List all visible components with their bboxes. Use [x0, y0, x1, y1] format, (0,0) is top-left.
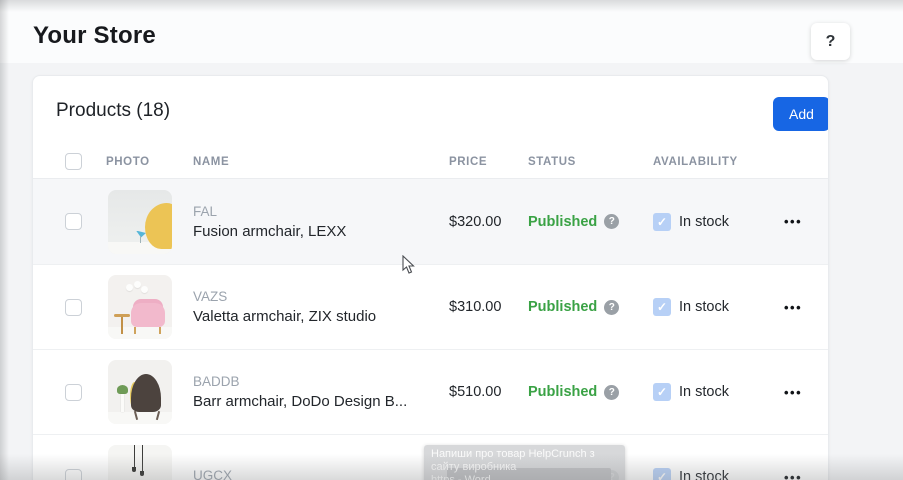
table-row: BADDB Barr armchair, DoDo Design B... $5… — [33, 349, 828, 434]
add-product-button[interactable]: Add — [773, 97, 829, 131]
status-badge: Published — [528, 214, 597, 230]
row-checkbox[interactable] — [65, 299, 82, 316]
row-checkbox[interactable] — [65, 213, 82, 230]
column-header-availability: AVAILABILITY — [653, 145, 738, 179]
status-badge: Published — [528, 299, 597, 315]
photo-shape — [141, 286, 148, 293]
product-name: Fusion armchair, LEXX — [193, 223, 346, 240]
table-body: FAL Fusion armchair, LEXX $320.00 Publis… — [33, 179, 828, 480]
in-stock-checkbox[interactable]: ✓ — [653, 468, 671, 480]
product-sku: FAL — [193, 204, 217, 219]
photo-shape — [117, 385, 128, 394]
availability-label: In stock — [679, 214, 729, 230]
status-badge: Published — [528, 384, 597, 400]
row-menu-button[interactable]: ••• — [778, 464, 808, 480]
product-name: Valetta armchair, ZIX studio — [193, 308, 376, 325]
row-checkbox[interactable] — [65, 469, 82, 480]
photo-shape — [140, 236, 141, 243]
availability-label: In stock — [679, 384, 729, 400]
availability-label: In stock — [679, 469, 729, 480]
photo-shape — [131, 303, 165, 327]
photo-shape — [131, 374, 161, 412]
screen-edge-fade — [0, 0, 9, 480]
product-sku: UGCX — [193, 468, 232, 480]
product-price: $320.00 — [449, 179, 501, 264]
check-icon: ✓ — [657, 470, 667, 480]
in-stock-checkbox[interactable]: ✓ — [653, 383, 671, 401]
photo-shape — [142, 445, 143, 471]
help-button[interactable]: ? — [811, 23, 850, 60]
photo-shape — [132, 467, 136, 472]
photo-shape — [159, 327, 161, 334]
page-header: Your Store ? — [0, 0, 903, 63]
status-help-icon[interactable]: ? — [604, 300, 619, 315]
products-card: Products (18) Add PHOTO NAME PRICE STATU… — [32, 75, 829, 480]
product-name-cell[interactable]: FAL Fusion armchair, LEXX — [193, 179, 346, 264]
photo-shape — [108, 327, 172, 339]
photo-shape — [134, 281, 141, 288]
product-name-cell[interactable]: VAZS Valetta armchair, ZIX studio — [193, 265, 376, 349]
product-sku: VAZS — [193, 289, 227, 304]
column-header-name: NAME — [193, 145, 229, 179]
product-photo — [108, 190, 172, 254]
tooltip-line-2: https - Word — [431, 474, 618, 480]
product-photo — [108, 275, 172, 339]
photo-shape — [121, 394, 124, 412]
page-title: Your Store — [33, 22, 156, 50]
photo-shape — [145, 203, 172, 249]
table-row: VAZS Valetta armchair, ZIX studio $310.0… — [33, 264, 828, 349]
check-icon: ✓ — [657, 215, 667, 229]
column-header-status: STATUS — [528, 145, 576, 179]
photo-shape — [134, 327, 136, 334]
select-all-checkbox[interactable] — [65, 153, 82, 170]
word-document-tooltip: Напиши про товар HelpCrunch з сайту виро… — [424, 445, 625, 480]
table-row: FAL Fusion armchair, LEXX $320.00 Publis… — [33, 179, 828, 264]
photo-shape — [140, 471, 144, 476]
photo-shape — [108, 412, 172, 424]
product-name-cell[interactable]: BADDB Barr armchair, DoDo Design B... — [193, 350, 407, 434]
photo-shape — [121, 317, 123, 334]
photo-shape — [134, 445, 135, 467]
row-menu-button[interactable]: ••• — [778, 208, 808, 235]
product-price: $510.00 — [449, 350, 501, 434]
product-sku: BADDB — [193, 374, 240, 389]
check-icon: ✓ — [657, 300, 667, 314]
in-stock-checkbox[interactable]: ✓ — [653, 298, 671, 316]
mouse-cursor — [402, 255, 416, 280]
photo-shape — [126, 284, 133, 291]
in-stock-checkbox[interactable]: ✓ — [653, 213, 671, 231]
row-menu-button[interactable]: ••• — [778, 294, 808, 321]
product-price: $310.00 — [449, 265, 501, 349]
product-photo — [108, 360, 172, 424]
status-help-icon[interactable]: ? — [604, 385, 619, 400]
row-checkbox[interactable] — [65, 384, 82, 401]
column-header-photo: PHOTO — [106, 145, 150, 179]
product-name: Barr armchair, DoDo Design B... — [193, 393, 407, 410]
row-menu-button[interactable]: ••• — [778, 379, 808, 406]
availability-label: In stock — [679, 299, 729, 315]
product-photo — [108, 445, 172, 480]
products-count-title: Products (18) — [56, 100, 170, 122]
table-header: PHOTO NAME PRICE STATUS AVAILABILITY — [33, 145, 828, 179]
status-help-icon[interactable]: ? — [604, 214, 619, 229]
tooltip-line-1: Напиши про товар HelpCrunch з сайту виро… — [431, 448, 618, 474]
check-icon: ✓ — [657, 385, 667, 399]
product-name-cell[interactable]: UGCX — [193, 435, 232, 480]
column-header-price: PRICE — [449, 145, 487, 179]
